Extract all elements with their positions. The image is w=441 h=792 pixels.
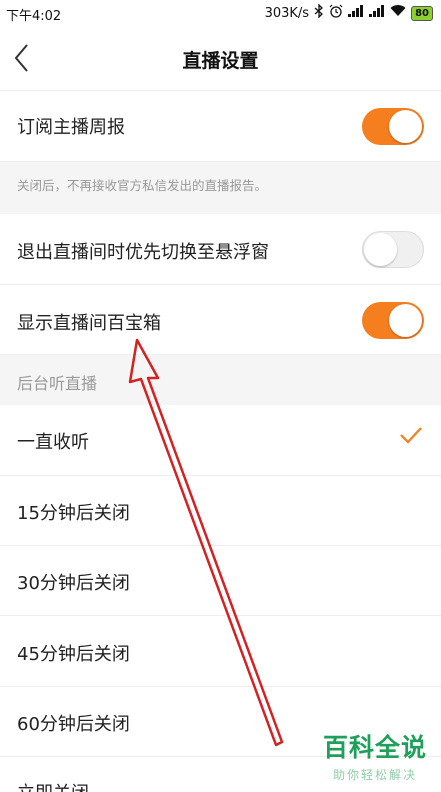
setting-label: 退出直播间时优先切换至悬浮窗 <box>17 242 269 263</box>
signal-icon <box>348 5 364 21</box>
setting-row-weekly-report[interactable]: 订阅主播周报 <box>0 91 441 162</box>
option-label: 立即关闭 <box>17 779 89 792</box>
setting-row-treasure-box[interactable]: 显示直播间百宝箱 <box>0 285 441 355</box>
navigation-bar: 直播设置 <box>0 26 441 91</box>
section-title: 后台听直播 <box>17 374 98 393</box>
listen-option-row[interactable]: 45分钟后关闭 <box>0 616 441 687</box>
option-label: 一直收听 <box>17 432 89 453</box>
watermark-title: 百科全说 <box>322 733 427 762</box>
alarm-icon <box>329 4 343 22</box>
bluetooth-icon <box>314 3 324 22</box>
setting-row-floating-window[interactable]: 退出直播间时优先切换至悬浮窗 <box>0 214 441 285</box>
signal-icon <box>369 5 385 21</box>
status-indicators: 303K/s 80 <box>264 3 433 22</box>
hint-section: 关闭后，不再接收官方私信发出的直播报告。 <box>0 162 441 214</box>
toggle-knob <box>389 110 422 143</box>
listen-option-row[interactable]: 15分钟后关闭 <box>0 476 441 546</box>
floating-window-toggle[interactable] <box>362 231 424 268</box>
toggle-knob <box>389 304 422 337</box>
toggle-knob <box>364 233 397 266</box>
treasure-box-toggle[interactable] <box>362 302 424 339</box>
weekly-report-toggle[interactable] <box>362 108 424 145</box>
checkmark-icon <box>400 427 422 444</box>
page-title: 直播设置 <box>182 50 259 72</box>
setting-label: 订阅主播周报 <box>17 117 125 138</box>
listen-option-row[interactable]: 30分钟后关闭 <box>0 546 441 616</box>
watermark-subtitle: 助你轻松解决 <box>332 768 417 782</box>
hint-text: 关闭后，不再接收官方私信发出的直播报告。 <box>17 178 268 193</box>
setting-label: 显示直播间百宝箱 <box>17 313 161 334</box>
option-label: 60分钟后关闭 <box>17 714 130 735</box>
watermark: 百科全说 助你轻松解决 <box>323 728 427 783</box>
status-bar: 下午4:02 303K/s 80 <box>0 0 441 26</box>
battery-icon: 80 <box>411 5 433 21</box>
wifi-icon <box>390 5 406 21</box>
option-label: 45分钟后关闭 <box>17 644 130 665</box>
status-time: 下午4:02 <box>6 9 62 24</box>
listen-option-row[interactable]: 一直收听 <box>0 405 441 476</box>
section-header: 后台听直播 <box>0 355 441 405</box>
network-speed: 303K/s <box>264 5 310 21</box>
option-label: 15分钟后关闭 <box>17 503 130 524</box>
option-label: 30分钟后关闭 <box>17 573 130 594</box>
